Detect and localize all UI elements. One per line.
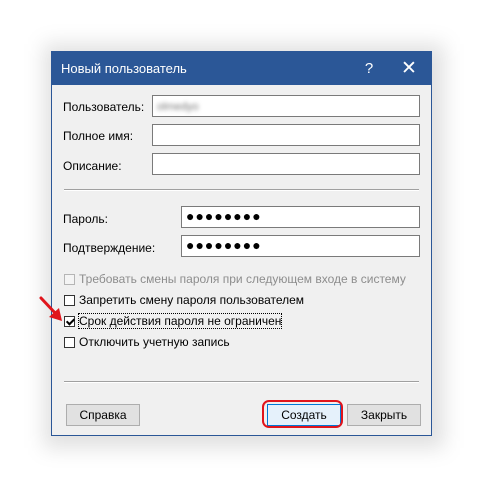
red-arrow-icon [39,296,62,321]
confirm-password-input[interactable]: ●●●●●●●● [181,235,420,257]
checkbox-prevent-change[interactable]: Запретить смену пароля пользователем [64,292,304,308]
checkbox-password-never-expires-label[interactable]: Срок действия пароля не ограничен [77,313,283,329]
help-button[interactable]: Справка [66,404,140,426]
title-bar[interactable]: Новый пользователь ? ✕ [52,52,431,85]
dialog-title: Новый пользователь [61,61,187,76]
checkbox-require-change-box [64,273,75,285]
user-name-input[interactable]: olmedyo [152,95,420,117]
checkbox-require-change-label: Требовать смены пароля при следующем вхо… [79,272,406,286]
close-icon[interactable]: ✕ [392,52,426,85]
password-label: Пароль: [63,212,108,226]
help-title-button[interactable]: ? [354,52,384,85]
description-label: Описание: [63,159,122,173]
checkbox-disable-account-label[interactable]: Отключить учетную запись [79,335,230,349]
description-input[interactable] [152,153,420,175]
user-label: Пользователь: [63,100,145,114]
password-input[interactable]: ●●●●●●●● [181,206,420,228]
separator-bottom [64,381,419,383]
full-name-input[interactable] [152,124,420,146]
checkbox-prevent-change-box[interactable] [64,294,75,306]
checkbox-disable-account-box[interactable] [64,336,75,348]
fullname-label: Полное имя: [63,129,134,143]
confirm-password-value: ●●●●●●●● [186,237,262,253]
checkbox-password-never-expires-box[interactable] [64,315,75,327]
checkbox-require-change: Требовать смены пароля при следующем вхо… [64,271,406,287]
separator-top [64,189,419,191]
checkbox-prevent-change-label[interactable]: Запретить смену пароля пользователем [79,293,304,307]
new-user-dialog: Новый пользователь ? ✕ Пользователь: olm… [51,51,432,436]
confirm-label: Подтверждение: [63,241,156,255]
checkbox-disable-account[interactable]: Отключить учетную запись [64,334,230,350]
password-value: ●●●●●●●● [186,208,262,224]
close-button[interactable]: Закрыть [347,404,421,426]
create-highlight-ring [262,400,343,428]
user-name-value: olmedyo [157,101,199,113]
checkbox-password-never-expires[interactable]: Срок действия пароля не ограничен [64,313,283,329]
